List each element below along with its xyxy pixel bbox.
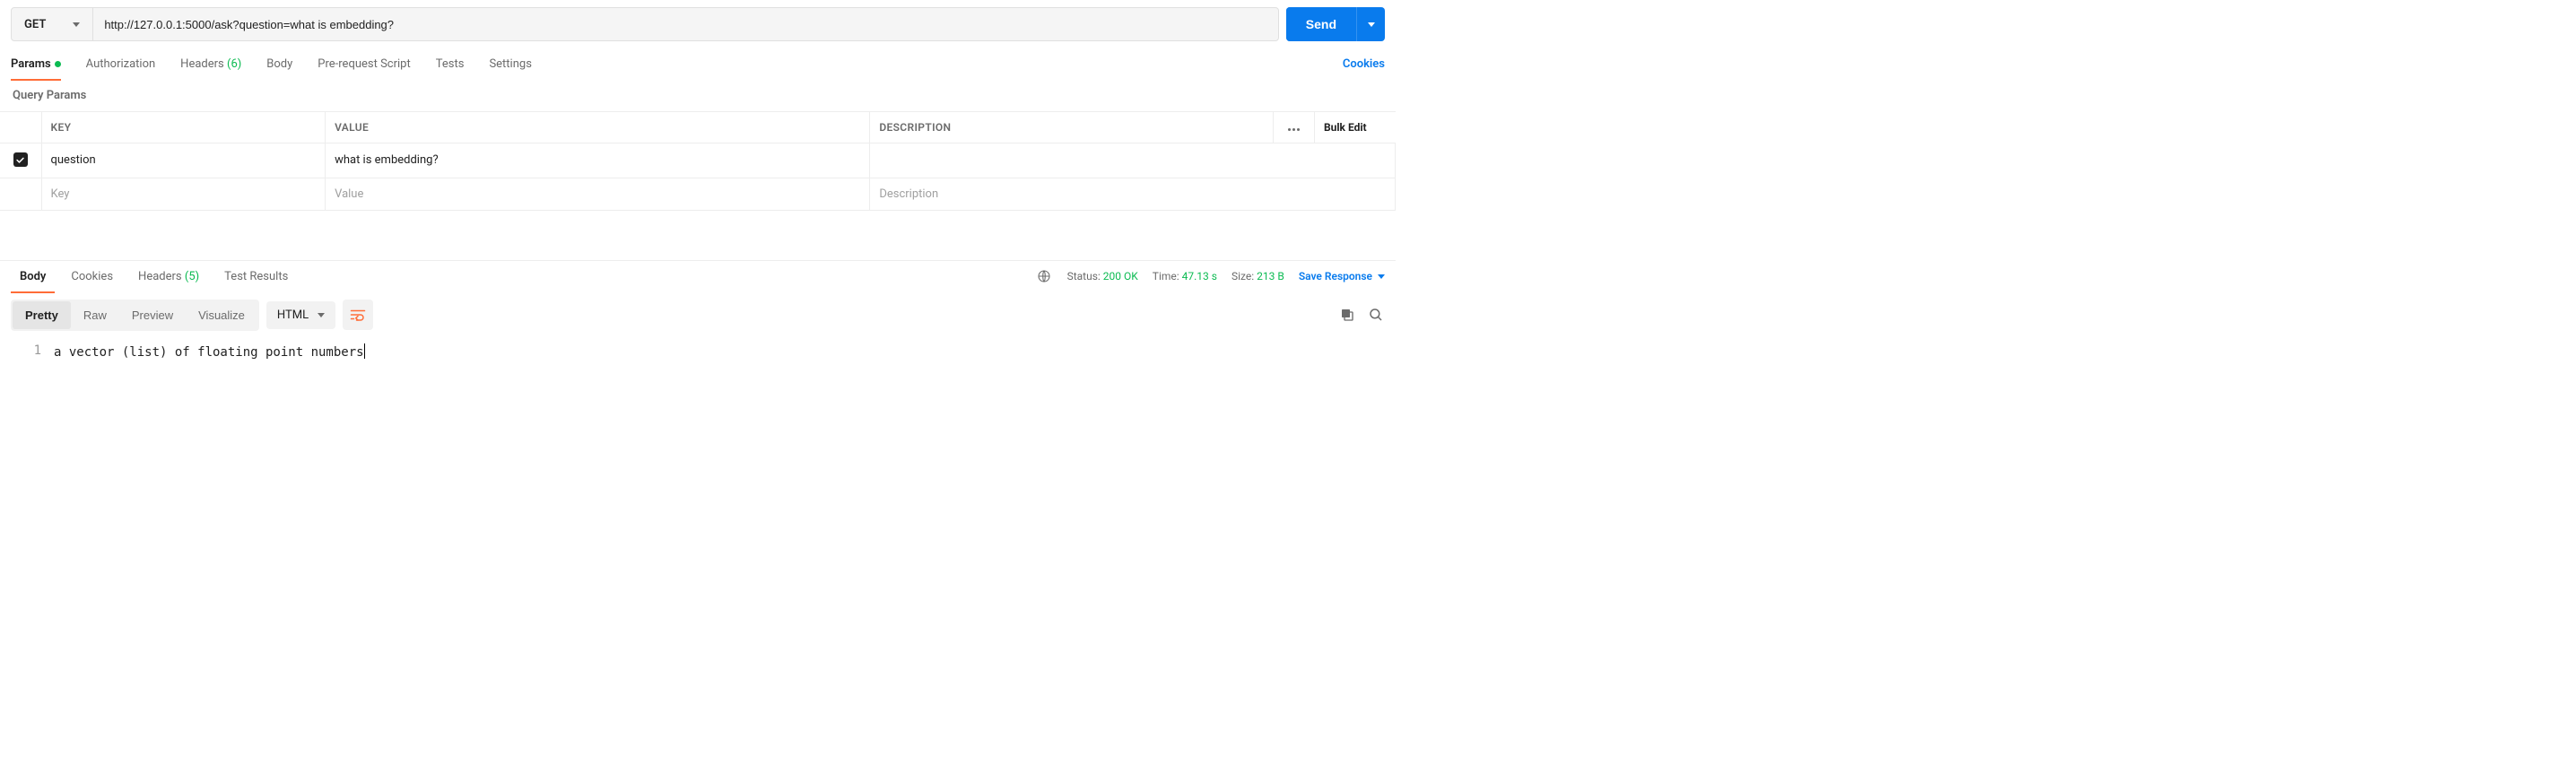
param-checkbox-empty bbox=[0, 178, 41, 210]
viewer-right-tools bbox=[1338, 306, 1385, 324]
param-description-placeholder[interactable]: Description bbox=[870, 178, 1396, 210]
line-number: 1 bbox=[0, 343, 54, 360]
col-description: DESCRIPTION bbox=[870, 112, 1274, 143]
http-method-value: GET bbox=[24, 18, 46, 31]
chevron-down-icon bbox=[1378, 274, 1385, 279]
save-response-label: Save Response bbox=[1299, 270, 1372, 282]
response-body-text: a vector (list) of floating point number… bbox=[54, 345, 364, 360]
status-block: Status: 200 OK bbox=[1067, 270, 1138, 282]
param-key-placeholder[interactable]: Key bbox=[41, 178, 326, 210]
resp-tab-cookies[interactable]: Cookies bbox=[62, 261, 122, 292]
cookies-link[interactable]: Cookies bbox=[1343, 48, 1385, 80]
param-row-new: Key Value Description bbox=[0, 178, 1396, 210]
tab-headers-label: Headers bbox=[180, 57, 224, 71]
headers-count: (6) bbox=[227, 57, 241, 71]
copy-icon[interactable] bbox=[1338, 306, 1356, 324]
response-body-line: a vector (list) of floating point number… bbox=[54, 343, 1396, 360]
size-block: Size: 213 B bbox=[1231, 270, 1284, 282]
col-value: VALUE bbox=[326, 112, 870, 143]
query-params-title: Query Params bbox=[0, 80, 1396, 111]
http-method-select[interactable]: GET bbox=[12, 8, 93, 40]
response-tabs: Body Cookies Headers (5) Test Results bbox=[11, 261, 304, 292]
format-value: HTML bbox=[277, 308, 309, 322]
params-modified-dot-icon bbox=[55, 61, 61, 67]
status-label: Status: bbox=[1067, 270, 1101, 282]
param-description-cell[interactable] bbox=[870, 143, 1396, 178]
check-icon bbox=[15, 155, 25, 165]
response-body-viewer[interactable]: 1 a vector (list) of floating point numb… bbox=[0, 338, 1396, 387]
tab-params[interactable]: Params bbox=[11, 48, 74, 80]
resp-tab-test-results[interactable]: Test Results bbox=[215, 261, 297, 292]
param-row: question what is embedding? bbox=[0, 143, 1396, 178]
size-value: 213 B bbox=[1257, 270, 1284, 282]
globe-icon[interactable] bbox=[1035, 267, 1053, 285]
resp-tab-body[interactable]: Body bbox=[11, 261, 55, 292]
tab-settings[interactable]: Settings bbox=[489, 48, 544, 80]
query-params-table: KEY VALUE DESCRIPTION Bulk Edit question… bbox=[0, 111, 1396, 211]
view-pretty-button[interactable]: Pretty bbox=[13, 301, 71, 329]
param-checkbox[interactable] bbox=[13, 152, 28, 167]
tab-prerequest[interactable]: Pre-request Script bbox=[318, 48, 422, 80]
send-dropdown[interactable] bbox=[1356, 7, 1385, 41]
param-value-cell[interactable]: what is embedding? bbox=[326, 143, 870, 178]
resp-tab-headers-label: Headers bbox=[138, 270, 182, 283]
tab-params-label: Params bbox=[11, 57, 51, 71]
view-visualize-button[interactable]: Visualize bbox=[186, 301, 257, 329]
response-meta: Status: 200 OK Time: 47.13 s Size: 213 B… bbox=[1035, 267, 1385, 285]
status-value: 200 OK bbox=[1103, 270, 1138, 282]
col-more[interactable] bbox=[1274, 112, 1315, 143]
more-icon bbox=[1288, 128, 1300, 131]
tab-headers[interactable]: Headers (6) bbox=[180, 48, 254, 80]
save-response-button[interactable]: Save Response bbox=[1299, 270, 1385, 282]
format-select[interactable]: HTML bbox=[266, 301, 335, 329]
request-tabs: Params Authorization Headers (6) Body Pr… bbox=[0, 48, 1396, 80]
text-caret bbox=[364, 343, 365, 359]
tab-tests[interactable]: Tests bbox=[436, 48, 477, 80]
method-url-group: GET bbox=[11, 7, 1279, 41]
request-bar: GET Send bbox=[0, 0, 1396, 48]
search-icon[interactable] bbox=[1367, 306, 1385, 324]
size-label: Size: bbox=[1231, 270, 1254, 282]
tab-body[interactable]: Body bbox=[266, 48, 305, 80]
resp-headers-count: (5) bbox=[185, 270, 199, 283]
response-tabs-row: Body Cookies Headers (5) Test Results St… bbox=[0, 261, 1396, 292]
view-raw-button[interactable]: Raw bbox=[71, 301, 119, 329]
time-block: Time: 47.13 s bbox=[1153, 270, 1217, 282]
param-key-cell[interactable]: question bbox=[41, 143, 326, 178]
chevron-down-icon bbox=[73, 22, 80, 27]
wrap-lines-button[interactable] bbox=[343, 300, 373, 330]
wrap-icon bbox=[350, 308, 366, 321]
chevron-down-icon bbox=[1368, 22, 1375, 27]
url-input[interactable] bbox=[93, 8, 1277, 40]
send-button[interactable]: Send bbox=[1286, 7, 1356, 41]
col-checkbox bbox=[0, 112, 41, 143]
send-button-group: Send bbox=[1286, 7, 1385, 41]
viewer-toolbar: Pretty Raw Preview Visualize HTML bbox=[0, 292, 1396, 338]
col-key: KEY bbox=[41, 112, 326, 143]
tab-authorization[interactable]: Authorization bbox=[86, 48, 169, 80]
chevron-down-icon bbox=[318, 313, 325, 317]
view-mode-segment: Pretty Raw Preview Visualize bbox=[11, 300, 259, 331]
param-value-placeholder[interactable]: Value bbox=[326, 178, 870, 210]
time-label: Time: bbox=[1153, 270, 1179, 282]
bulk-edit-button[interactable]: Bulk Edit bbox=[1315, 112, 1396, 143]
section-divider bbox=[0, 211, 1396, 261]
time-value: 47.13 s bbox=[1182, 270, 1217, 282]
resp-tab-headers[interactable]: Headers (5) bbox=[129, 261, 208, 292]
view-preview-button[interactable]: Preview bbox=[119, 301, 186, 329]
